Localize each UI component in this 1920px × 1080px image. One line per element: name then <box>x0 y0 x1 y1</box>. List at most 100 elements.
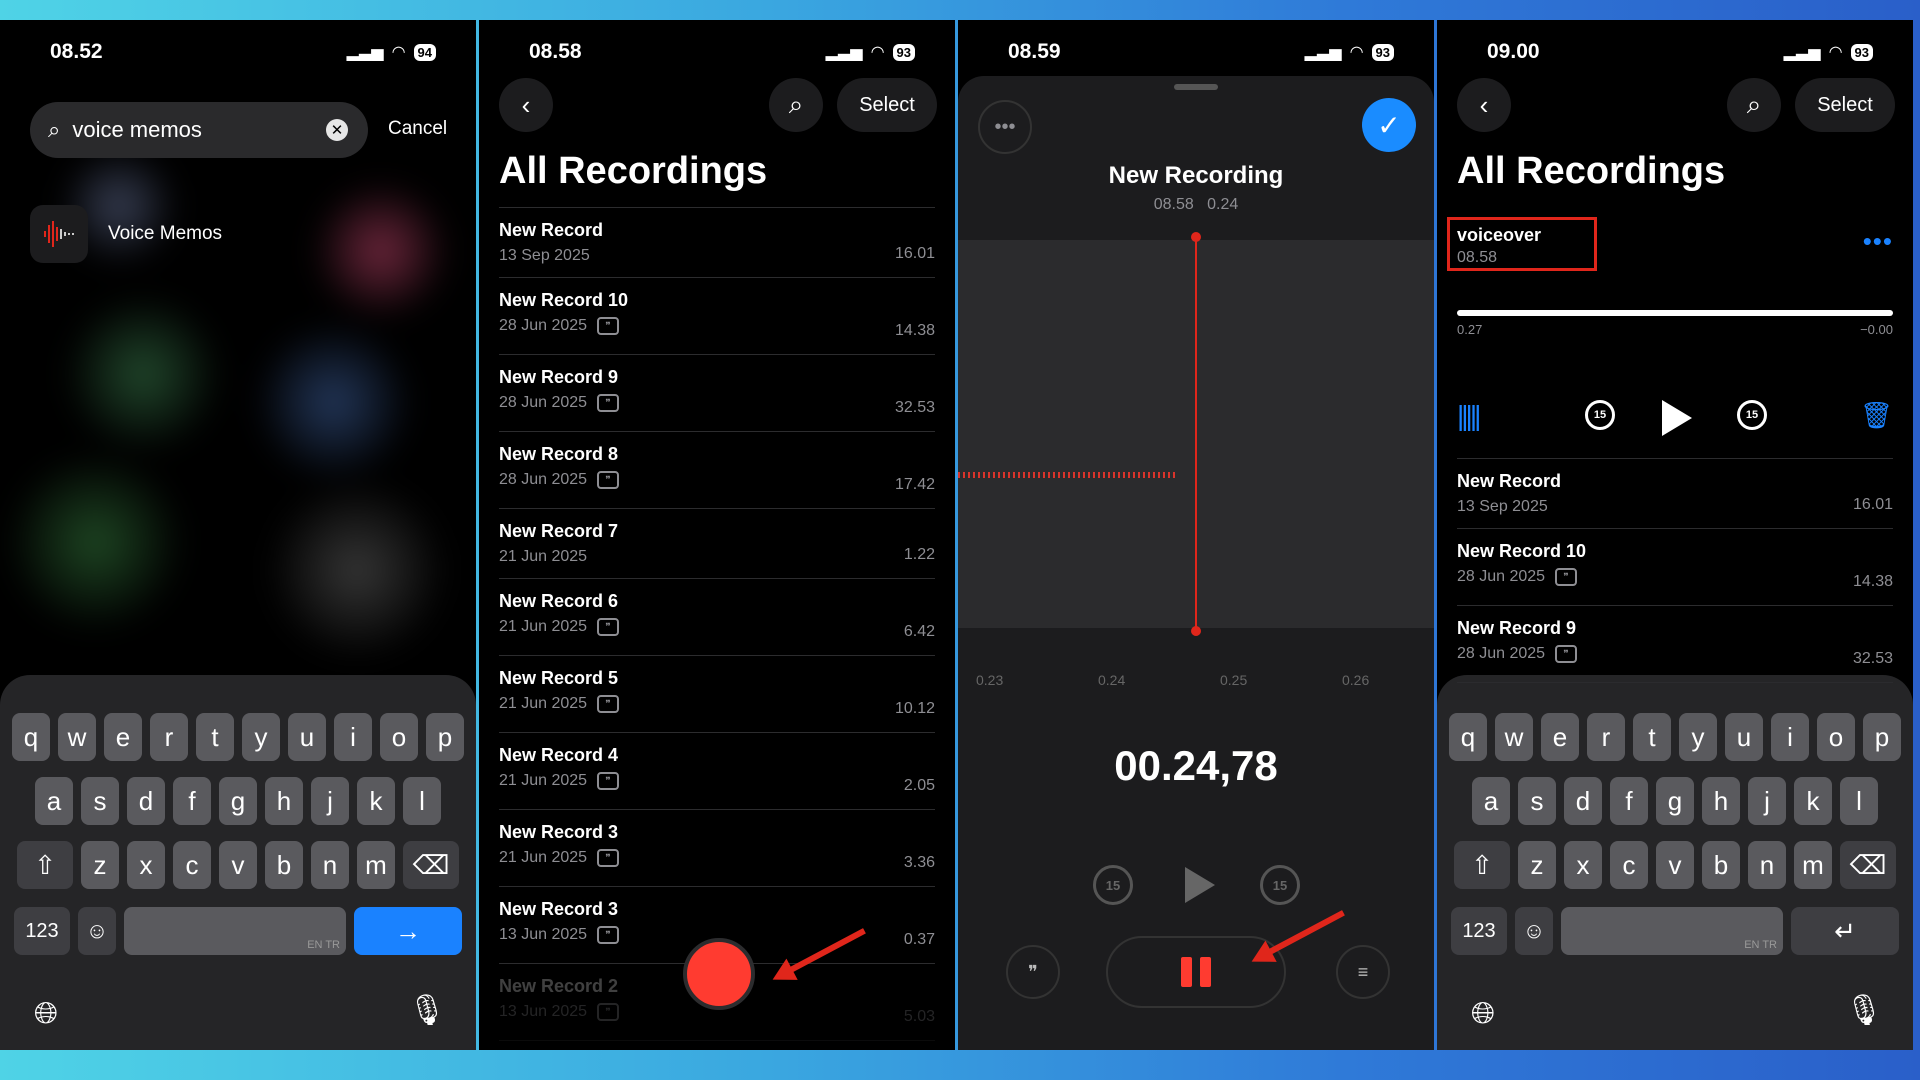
recording-row[interactable]: New Record 7 21 Jun 2025 1.22 <box>499 509 935 579</box>
key-n[interactable]: n <box>311 841 349 889</box>
trash-icon[interactable]: 🗑︎ <box>1860 400 1893 431</box>
key-k[interactable]: k <box>1794 777 1832 825</box>
key-v[interactable]: v <box>219 841 257 889</box>
key-b[interactable]: b <box>1702 841 1740 889</box>
key-t[interactable]: t <box>196 713 234 761</box>
done-checkmark-icon[interactable]: ✓ <box>1362 98 1416 152</box>
key-v[interactable]: v <box>1656 841 1694 889</box>
key-g[interactable]: g <box>1656 777 1694 825</box>
numbers-key[interactable]: 123 <box>1451 907 1507 955</box>
search-icon[interactable]: ⌕ <box>1727 78 1781 132</box>
key-u[interactable]: u <box>1725 713 1763 761</box>
key-s[interactable]: s <box>81 777 119 825</box>
recording-row[interactable]: New Record 10 28 Jun 2025 ❞ 14.38 <box>499 278 935 355</box>
key-l[interactable]: l <box>403 777 441 825</box>
key-a[interactable]: a <box>1472 777 1510 825</box>
recording-row[interactable]: New Record 10 28 Jun 2025 ❞ 14.38 <box>1457 529 1893 606</box>
microphone-icon[interactable]: 🎙︎ <box>408 993 446 1028</box>
key-f[interactable]: f <box>173 777 211 825</box>
select-button[interactable]: Select <box>837 78 937 132</box>
play-icon[interactable] <box>1180 865 1220 905</box>
search-result-voice-memos[interactable]: Voice Memos <box>30 205 222 263</box>
skip-back-15-icon[interactable]: 15 <box>1093 865 1133 905</box>
key-r[interactable]: r <box>1587 713 1625 761</box>
skip-forward-15-icon[interactable]: 15 <box>1260 865 1300 905</box>
key-e[interactable]: e <box>104 713 142 761</box>
back-chevron-icon[interactable]: ‹ <box>499 78 553 132</box>
key-j[interactable]: j <box>1748 777 1786 825</box>
key-d[interactable]: d <box>127 777 165 825</box>
waveform-editor-icon[interactable]: ||||| <box>1457 400 1481 432</box>
key-e[interactable]: e <box>1541 713 1579 761</box>
key-b[interactable]: b <box>265 841 303 889</box>
key-y[interactable]: y <box>1679 713 1717 761</box>
key-w[interactable]: w <box>58 713 96 761</box>
globe-icon[interactable]: 🌐︎ <box>1471 997 1495 1031</box>
key-i[interactable]: i <box>1771 713 1809 761</box>
go-key[interactable]: → <box>354 907 462 955</box>
recording-row[interactable]: New Record 9 28 Jun 2025 ❞ 32.53 <box>1457 606 1893 683</box>
skip-forward-15-icon[interactable]: 15 <box>1737 400 1767 430</box>
key-f[interactable]: f <box>1610 777 1648 825</box>
recording-row[interactable]: New Record 3 21 Jun 2025 ❞ 3.36 <box>499 810 935 887</box>
clear-search-icon[interactable]: ✕ <box>326 119 348 141</box>
recording-row[interactable]: New Record 6 21 Jun 2025 ❞ 6.42 <box>499 579 935 656</box>
key-q[interactable]: q <box>1449 713 1487 761</box>
skip-back-15-icon[interactable]: 15 <box>1585 400 1615 430</box>
key-c[interactable]: c <box>173 841 211 889</box>
key-i[interactable]: i <box>334 713 372 761</box>
delete-key[interactable]: ⌫ <box>1840 841 1896 889</box>
emoji-key-icon[interactable]: ☺ <box>1515 907 1553 955</box>
key-z[interactable]: z <box>1518 841 1556 889</box>
key-x[interactable]: x <box>127 841 165 889</box>
key-t[interactable]: t <box>1633 713 1671 761</box>
key-x[interactable]: x <box>1564 841 1602 889</box>
cancel-button[interactable]: Cancel <box>388 118 447 140</box>
key-n[interactable]: n <box>1748 841 1786 889</box>
key-c[interactable]: c <box>1610 841 1648 889</box>
sheet-grabber[interactable] <box>1174 84 1218 90</box>
key-p[interactable]: p <box>1863 713 1901 761</box>
space-key[interactable]: EN TR <box>124 907 346 955</box>
key-r[interactable]: r <box>150 713 188 761</box>
transcript-icon[interactable]: ❞ <box>1006 945 1060 999</box>
record-button[interactable] <box>683 938 755 1010</box>
globe-icon[interactable]: 🌐︎ <box>34 997 58 1031</box>
key-d[interactable]: d <box>1564 777 1602 825</box>
key-l[interactable]: l <box>1840 777 1878 825</box>
key-y[interactable]: y <box>242 713 280 761</box>
key-g[interactable]: g <box>219 777 257 825</box>
microphone-icon[interactable]: 🎙︎ <box>1845 993 1883 1028</box>
key-q[interactable]: q <box>12 713 50 761</box>
numbers-key[interactable]: 123 <box>14 907 70 955</box>
shift-key[interactable]: ⇧ <box>1454 841 1510 889</box>
search-icon[interactable]: ⌕ <box>769 78 823 132</box>
search-input[interactable]: ⌕ voice memos ✕ <box>30 102 368 158</box>
back-chevron-icon[interactable]: ‹ <box>1457 78 1511 132</box>
settings-sliders-icon[interactable]: ≡ <box>1336 945 1390 999</box>
more-options-icon[interactable]: ••• <box>1863 226 1893 257</box>
recording-row[interactable]: New Record 5 21 Jun 2025 ❞ 10.12 <box>499 656 935 733</box>
recording-row[interactable]: New Record 13 Sep 2025 16.01 <box>1457 459 1893 529</box>
delete-key[interactable]: ⌫ <box>403 841 459 889</box>
more-options-icon[interactable]: ••• <box>978 100 1032 154</box>
key-m[interactable]: m <box>357 841 395 889</box>
key-j[interactable]: j <box>311 777 349 825</box>
key-a[interactable]: a <box>35 777 73 825</box>
key-w[interactable]: w <box>1495 713 1533 761</box>
key-o[interactable]: o <box>1817 713 1855 761</box>
key-h[interactable]: h <box>265 777 303 825</box>
key-m[interactable]: m <box>1794 841 1832 889</box>
space-key[interactable]: EN TR <box>1561 907 1783 955</box>
key-p[interactable]: p <box>426 713 464 761</box>
emoji-key-icon[interactable]: ☺ <box>78 907 116 955</box>
recording-row[interactable]: New Record 4 21 Jun 2025 ❞ 2.05 <box>499 733 935 810</box>
playback-scrubber[interactable] <box>1457 310 1893 316</box>
key-k[interactable]: k <box>357 777 395 825</box>
key-z[interactable]: z <box>81 841 119 889</box>
key-s[interactable]: s <box>1518 777 1556 825</box>
recording-row[interactable]: New Record 9 28 Jun 2025 ❞ 32.53 <box>499 355 935 432</box>
return-key-icon[interactable]: ↵ <box>1791 907 1899 955</box>
key-h[interactable]: h <box>1702 777 1740 825</box>
select-button[interactable]: Select <box>1795 78 1895 132</box>
